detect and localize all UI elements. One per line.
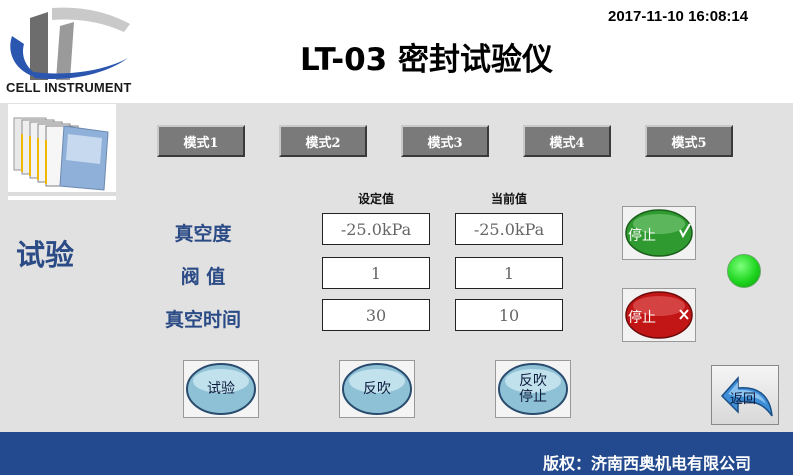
stop-cancel-button[interactable]: 停止 xyxy=(622,288,696,342)
back-button[interactable]: 返回 xyxy=(711,365,779,425)
blow-stop-label-line2: 停止 xyxy=(519,389,547,405)
set-value-header: 设定值 xyxy=(357,192,394,206)
vacuum-current-field: -25.0kPa xyxy=(455,213,563,245)
vacuum-time-current-field: 10 xyxy=(455,299,563,331)
test-button[interactable]: 试验 xyxy=(183,360,259,418)
stop-cancel-label: 停止 xyxy=(628,310,656,326)
blow-button-label: 反吹 xyxy=(363,381,391,397)
vacuum-time-label: 真空时间 xyxy=(164,309,241,331)
stop-confirm-label: 停止 xyxy=(628,228,656,244)
blow-stop-label-line1: 反吹 xyxy=(519,373,547,389)
threshold-set-field[interactable]: 1 xyxy=(322,257,430,289)
header: CELL INSTRUMENT LT-03 密封试验仪 2017-11-10 1… xyxy=(0,0,793,103)
stop-confirm-button[interactable]: 停止 xyxy=(622,206,696,260)
mode-5-button[interactable]: 模式5 xyxy=(645,125,733,157)
back-button-label: 返回 xyxy=(730,392,757,407)
blow-stop-button[interactable]: 反吹 停止 xyxy=(495,360,571,418)
company-logo-text: CELL INSTRUMENT xyxy=(6,80,132,95)
footer-bar: 版权：济南西奥机电有限公司 xyxy=(0,432,793,475)
vacuum-time-set-field[interactable]: 30 xyxy=(322,299,430,331)
mode-4-button[interactable]: 模式4 xyxy=(523,125,611,157)
copyright-text: 版权：济南西奥机电有限公司 xyxy=(542,454,751,473)
mode-1-button[interactable]: 模式1 xyxy=(157,125,245,157)
blow-button[interactable]: 反吹 xyxy=(339,360,415,418)
mode-3-button[interactable]: 模式3 xyxy=(401,125,489,157)
current-value-header: 当前值 xyxy=(490,192,527,206)
vacuum-label: 真空度 xyxy=(174,223,232,245)
document-stack-icon xyxy=(8,104,116,200)
mode-2-button[interactable]: 模式2 xyxy=(279,125,367,157)
vacuum-set-field[interactable]: -25.0kPa xyxy=(322,213,430,245)
threshold-current-field: 1 xyxy=(455,257,563,289)
datetime: 2017-11-10 16:08:14 xyxy=(608,8,749,25)
section-title: 试验 xyxy=(16,238,75,272)
status-indicator-light xyxy=(727,254,761,288)
test-button-label: 试验 xyxy=(207,381,235,397)
page-title: LT-03 密封试验仪 xyxy=(300,42,554,78)
threshold-label: 阀 值 xyxy=(180,266,226,288)
